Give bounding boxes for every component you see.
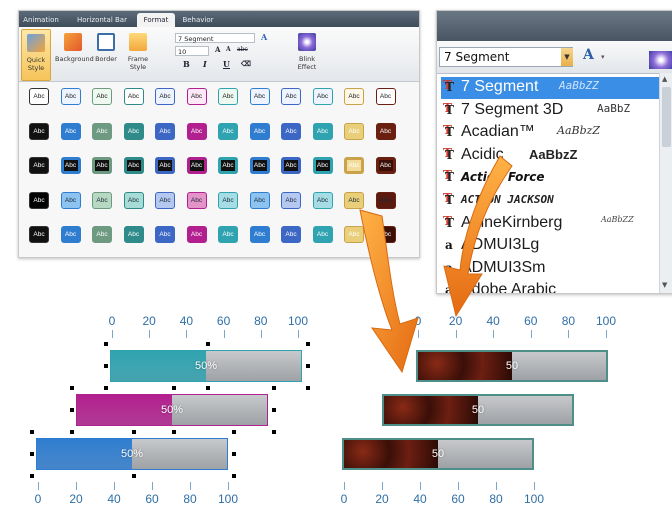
scale-tick-label: 20 — [142, 314, 156, 328]
arrow-to-right-bars-icon — [443, 155, 513, 318]
bar-value-label: 50% — [120, 448, 144, 460]
resize-handle[interactable] — [306, 386, 310, 390]
resize-handle[interactable] — [104, 386, 108, 390]
bar-value-label: 50% — [160, 404, 184, 416]
bar-fill — [111, 351, 206, 381]
scale-tick-label: 100 — [217, 492, 239, 506]
scale-tick-mark — [152, 482, 153, 490]
scale-tick-mark — [260, 330, 262, 338]
resize-handle[interactable] — [70, 430, 74, 434]
scale-tick-mark — [496, 482, 497, 490]
scale-tick-label: 40 — [107, 492, 121, 506]
scale-tick-mark — [382, 482, 383, 490]
scale-tick-label: 40 — [179, 314, 194, 328]
scale-tick-mark — [114, 482, 115, 490]
resize-handle[interactable] — [30, 474, 34, 478]
bar-value-label: 50 — [471, 404, 485, 416]
scale-tick-label: 80 — [183, 492, 197, 506]
horizontal-bar-preview[interactable]: 50 — [342, 438, 534, 470]
resize-handle[interactable] — [172, 430, 176, 434]
horizontal-bar-preview[interactable]: 50% — [76, 394, 268, 426]
bar-value-label: 50% — [194, 360, 218, 372]
scale-tick-label: 60 — [216, 314, 231, 328]
scale-tick-label: 80 — [254, 314, 268, 328]
bar-value-label: 50 — [431, 448, 445, 460]
scale-tick-label: 0 — [108, 314, 116, 328]
bar-fill — [37, 439, 132, 469]
resize-handle[interactable] — [232, 452, 236, 456]
scale-tick-mark — [606, 330, 607, 338]
bar-value-label: 50 — [505, 360, 519, 372]
scale-tick-label: 60 — [524, 314, 538, 328]
scale-tick-mark — [298, 330, 299, 338]
scale-tick-label: 80 — [561, 314, 576, 328]
scale-tick-mark — [344, 482, 345, 490]
resize-handle[interactable] — [104, 342, 108, 346]
scale-tick-mark — [186, 330, 188, 338]
resize-handle[interactable] — [70, 408, 74, 412]
scale-tick-label: 20 — [375, 492, 389, 506]
scale-tick-mark — [223, 330, 225, 338]
resize-handle[interactable] — [206, 342, 210, 346]
resize-handle[interactable] — [132, 430, 136, 434]
scale-tick-mark — [112, 330, 113, 338]
scale-tick-mark — [458, 482, 459, 490]
resize-handle[interactable] — [272, 386, 276, 390]
scale-tick-mark — [76, 482, 77, 490]
resize-handle[interactable] — [30, 430, 34, 434]
resize-handle[interactable] — [232, 474, 236, 478]
scale-tick-label: 20 — [69, 492, 83, 506]
scale-tick-label: 60 — [145, 492, 159, 506]
resize-handle[interactable] — [272, 408, 276, 412]
scale-tick-label: 0 — [34, 492, 42, 506]
resize-handle[interactable] — [132, 474, 136, 478]
scale-tick-label: 40 — [413, 492, 427, 506]
scale-tick-label: 60 — [451, 492, 465, 506]
scale-tick-mark — [534, 482, 535, 490]
bar-fill — [77, 395, 172, 425]
scale-tick-mark — [568, 330, 570, 338]
resize-handle[interactable] — [272, 430, 276, 434]
horizontal-bar-preview[interactable]: 50% — [110, 350, 302, 382]
resize-handle[interactable] — [104, 364, 108, 368]
resize-handle[interactable] — [70, 386, 74, 390]
horizontal-bar-preview[interactable]: 50 — [382, 394, 574, 426]
scale-tick-mark — [38, 482, 39, 490]
resize-handle[interactable] — [206, 386, 210, 390]
resize-handle[interactable] — [172, 386, 176, 390]
scale-tick-label: 80 — [489, 492, 503, 506]
scale-tick-mark — [420, 482, 421, 490]
horizontal-bar-preview[interactable]: 50% — [36, 438, 228, 470]
scale-tick-label: 0 — [340, 492, 348, 506]
scale-tick-label: 100 — [595, 314, 617, 328]
scale-tick-mark — [493, 330, 495, 338]
resize-handle[interactable] — [30, 452, 34, 456]
bar-fill — [384, 396, 478, 424]
scale-tick-mark — [190, 482, 191, 490]
scale-tick-label: 100 — [523, 492, 545, 506]
bar-fill — [344, 440, 438, 468]
resize-handle[interactable] — [232, 430, 236, 434]
scale-tick-mark — [149, 330, 151, 338]
scale-tick-mark — [228, 482, 229, 490]
scale-tick-mark — [530, 330, 532, 338]
